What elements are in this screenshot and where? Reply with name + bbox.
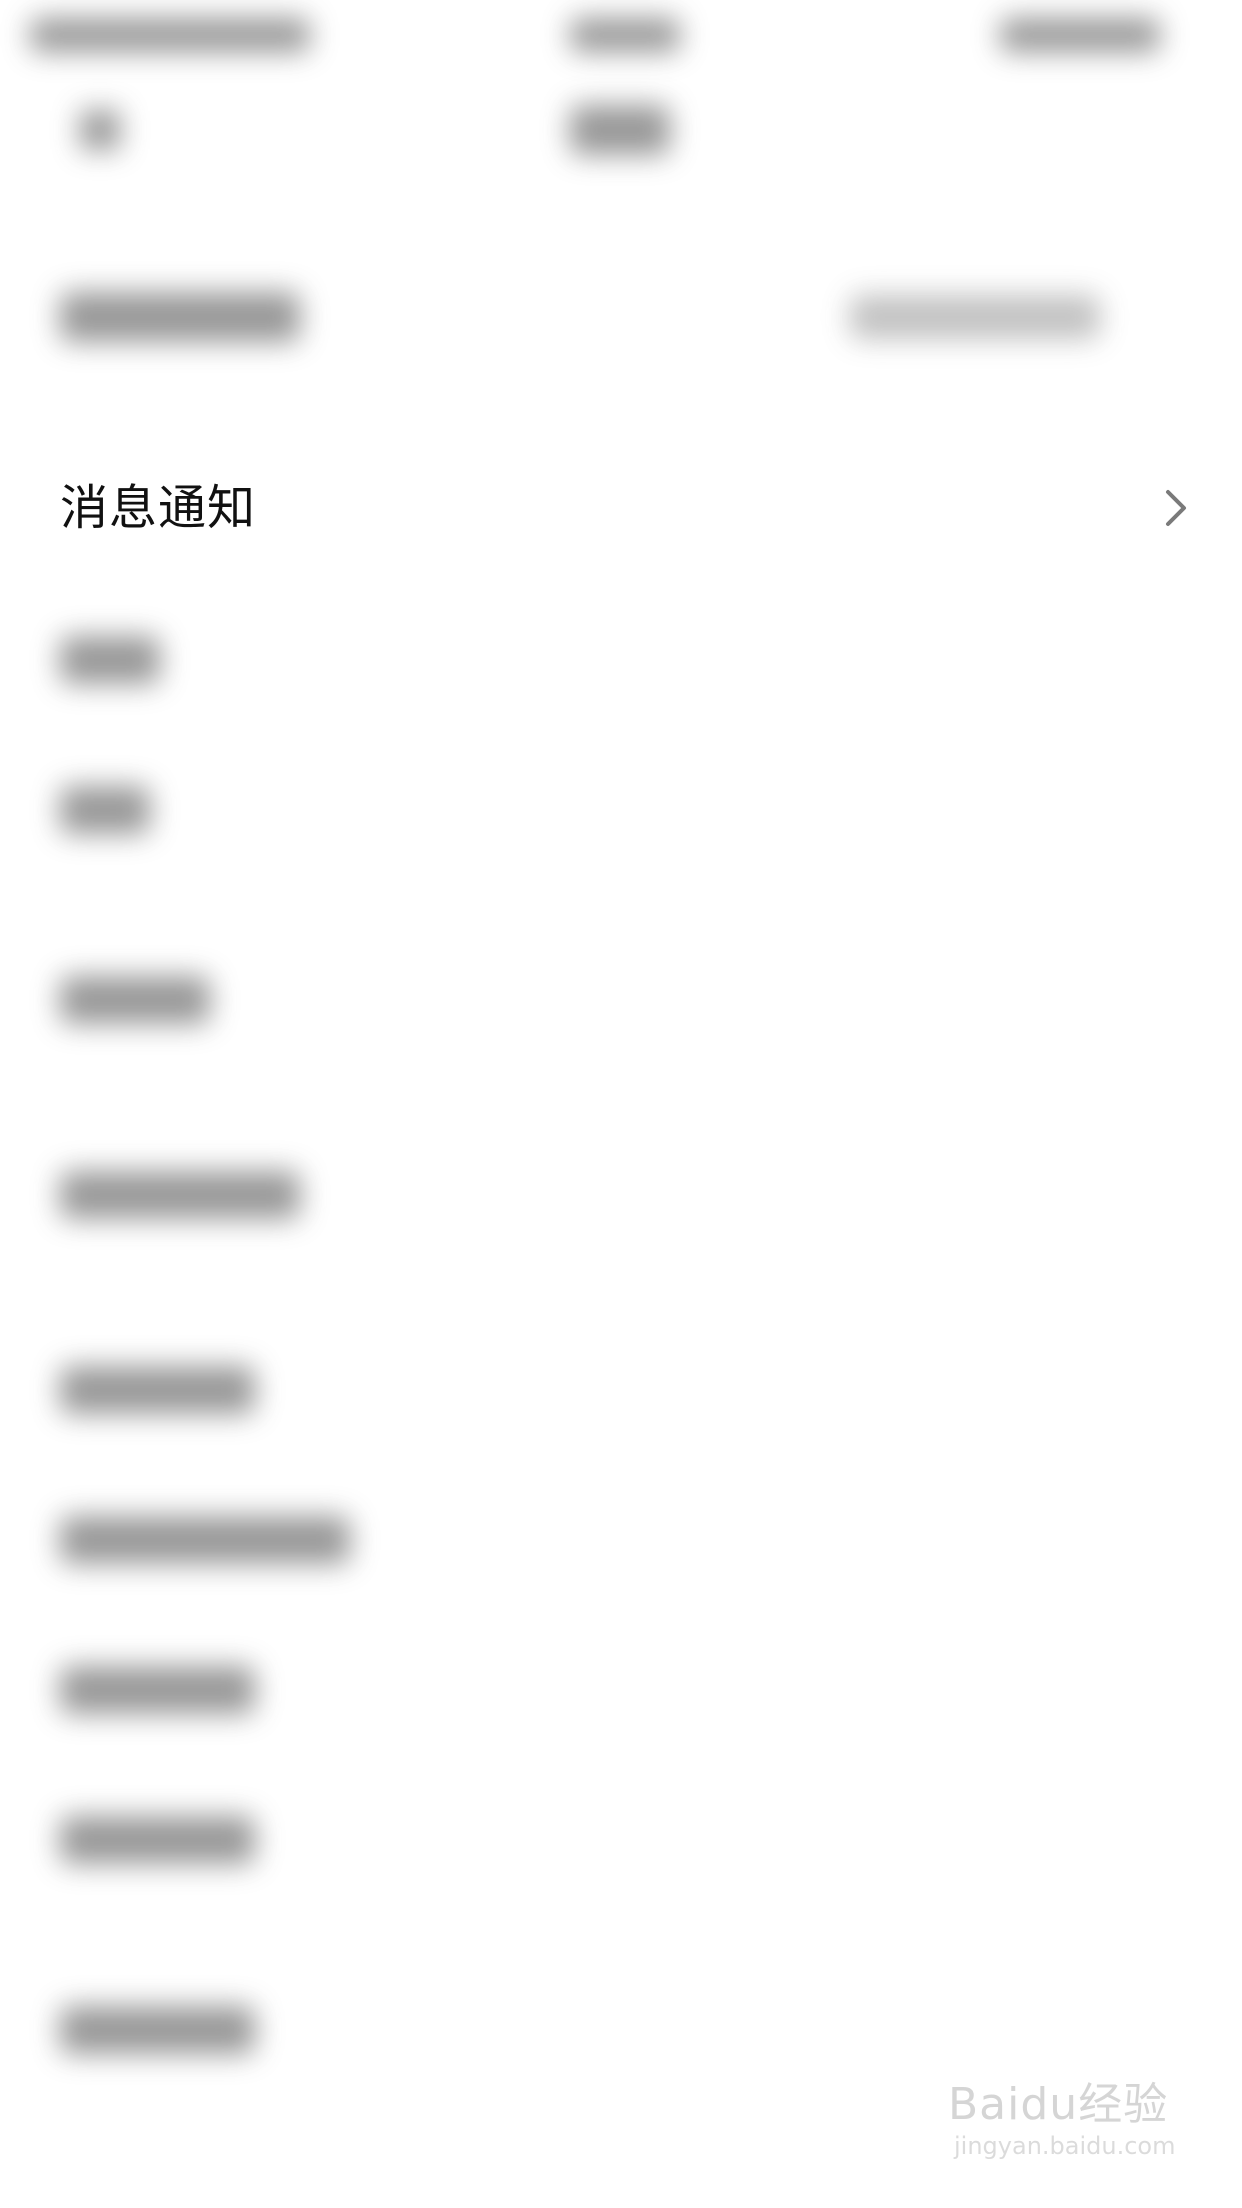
settings-row-blurred[interactable] xyxy=(0,1980,1242,2080)
page-title xyxy=(570,105,670,155)
carrier-signal xyxy=(30,18,310,52)
row-label xyxy=(60,1366,255,1414)
settings-row-blurred[interactable] xyxy=(0,760,1242,860)
row-value xyxy=(850,295,1100,339)
row-label xyxy=(60,292,300,342)
settings-row-blurred[interactable] xyxy=(0,950,1242,1050)
nav-bar xyxy=(0,70,1242,190)
watermark-brand: Baidu经验 xyxy=(948,2079,1169,2130)
settings-row-blurred[interactable] xyxy=(0,1490,1242,1590)
settings-row-blurred[interactable] xyxy=(0,1340,1242,1440)
row-label xyxy=(60,1516,350,1564)
battery-indicator xyxy=(1000,18,1160,52)
row-label xyxy=(60,636,160,684)
row-label xyxy=(60,786,150,834)
settings-row-blurred[interactable] xyxy=(0,1790,1242,1890)
row-label xyxy=(60,2006,255,2054)
row-label xyxy=(60,1171,300,1219)
back-icon[interactable] xyxy=(80,110,120,150)
watermark-url: jingyan.baidu.com xyxy=(954,2132,1176,2160)
row-label xyxy=(60,976,210,1024)
chevron-right-icon xyxy=(1148,480,1204,536)
row-label xyxy=(60,1666,255,1714)
settings-row-label: 消息通知 xyxy=(60,480,257,536)
settings-row-blurred[interactable] xyxy=(0,610,1242,710)
settings-row-blurred[interactable] xyxy=(0,1145,1242,1245)
baidu-jingyan-watermark: Baidu经验 jingyan.baidu.com xyxy=(948,2068,1188,2178)
settings-row-blurred[interactable] xyxy=(0,1640,1242,1740)
status-time xyxy=(570,18,680,52)
settings-row-blurred[interactable] xyxy=(0,270,1242,370)
status-bar xyxy=(0,0,1242,70)
row-label xyxy=(60,1816,255,1864)
settings-row-notifications[interactable]: 消息通知 xyxy=(0,450,1242,566)
